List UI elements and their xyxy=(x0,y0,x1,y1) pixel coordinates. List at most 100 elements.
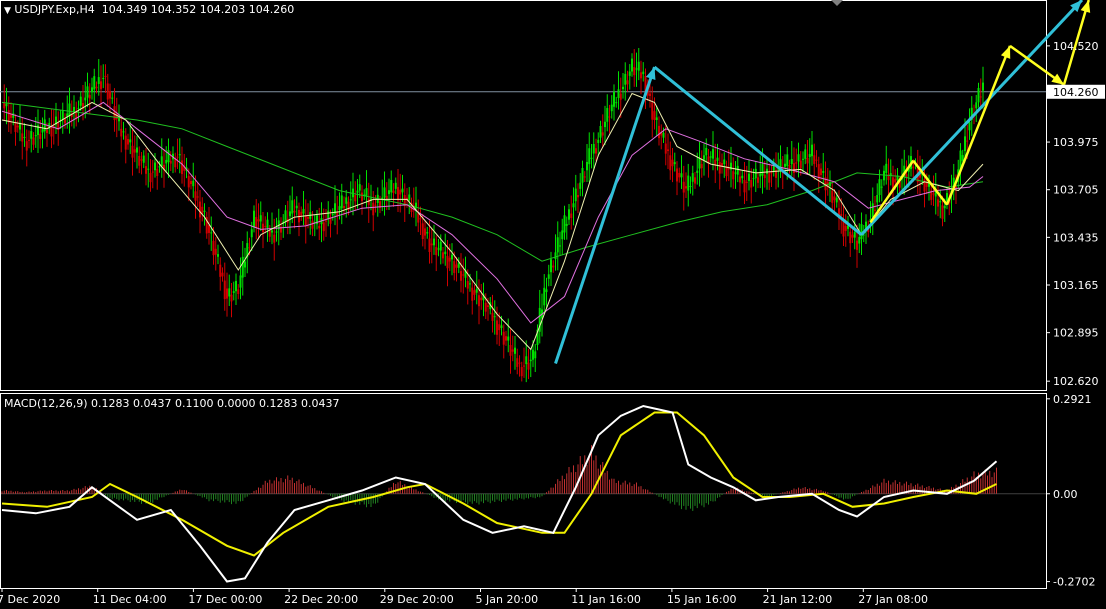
candle-body xyxy=(21,133,24,142)
dropdown-triangle-icon[interactable]: ▼ xyxy=(4,6,11,16)
candle-body xyxy=(633,67,636,76)
candle-body xyxy=(502,331,505,345)
candle-body xyxy=(394,182,397,189)
candle-body xyxy=(568,209,570,220)
candle-body xyxy=(682,181,685,193)
candle-body xyxy=(624,73,627,85)
candle-body xyxy=(322,222,325,232)
candle-body xyxy=(268,230,271,237)
candle-body xyxy=(696,170,699,173)
candle-body xyxy=(667,149,669,152)
candle-body xyxy=(226,288,228,299)
candle-body xyxy=(680,173,683,178)
candle-body xyxy=(750,180,753,188)
candle-body xyxy=(815,159,818,161)
candle-body xyxy=(390,180,393,193)
candle-body xyxy=(844,225,847,231)
candle-body xyxy=(275,231,278,233)
candle-body xyxy=(39,133,42,139)
candle-body xyxy=(595,148,597,154)
candle-body xyxy=(462,274,465,276)
candle-body xyxy=(399,189,402,195)
candle-body xyxy=(262,223,264,233)
candle-body xyxy=(712,149,714,159)
candle-body xyxy=(788,165,791,169)
candle-body xyxy=(374,204,377,206)
price-tick-label: 103.975 xyxy=(1053,136,1099,149)
candle-body xyxy=(95,86,98,89)
candle-body xyxy=(941,205,944,219)
candle-body xyxy=(552,265,555,268)
candle-body xyxy=(761,164,764,176)
candle-body xyxy=(383,187,386,198)
candle-body xyxy=(835,197,838,203)
candle-body xyxy=(709,156,712,158)
candle-body xyxy=(331,213,334,216)
candle-body xyxy=(768,172,771,183)
candle-body xyxy=(30,131,33,139)
candle-body xyxy=(700,164,703,169)
candle-body xyxy=(964,136,966,151)
candle-body xyxy=(556,237,559,253)
candle-body xyxy=(505,336,507,341)
candle-body xyxy=(617,89,620,98)
candle-body xyxy=(925,183,928,187)
candle-body xyxy=(691,173,694,182)
current-price-label: 104.260 xyxy=(1053,86,1099,99)
candle-body xyxy=(880,186,883,188)
candle-body xyxy=(250,229,253,238)
candle-body xyxy=(786,154,789,166)
trading-chart[interactable]: 104.520 103.975 103.705 103.435 103.165 102.8… xyxy=(0,0,1106,609)
candle-body xyxy=(118,118,120,122)
candle-body xyxy=(203,210,206,212)
candle-body xyxy=(518,362,521,364)
candle-body xyxy=(228,288,231,297)
candle-body xyxy=(469,283,471,285)
candle-body xyxy=(487,305,489,307)
candle-body xyxy=(311,220,314,229)
candle-body xyxy=(273,234,276,243)
time-tick-label: 21 Jan 12:00 xyxy=(763,593,833,606)
time-tick-label: 11 Jan 16:00 xyxy=(571,593,641,606)
candle-body xyxy=(34,135,37,137)
candle-body xyxy=(257,219,260,222)
candle-body xyxy=(851,234,854,238)
macd-tick-label: 0.2921 xyxy=(1053,393,1092,406)
candle-body xyxy=(554,252,557,259)
candle-body xyxy=(199,201,201,218)
candle-body xyxy=(525,356,528,365)
time-tick-label: 27 Jan 08:00 xyxy=(858,593,928,606)
time-tick-label: 11 Dec 04:00 xyxy=(93,593,167,606)
candle-body xyxy=(284,210,287,222)
candle-body xyxy=(156,168,159,176)
candle-body xyxy=(212,240,215,256)
candle-body xyxy=(145,166,147,174)
candle-body xyxy=(662,132,665,138)
candle-body xyxy=(28,139,30,141)
candle-body xyxy=(127,139,129,145)
candle-body xyxy=(356,190,359,193)
candle-body xyxy=(219,264,222,277)
candle-body xyxy=(876,195,879,203)
candle-body xyxy=(671,159,674,167)
candle-body xyxy=(91,87,93,93)
candle-body xyxy=(151,171,154,173)
candle-body xyxy=(806,157,809,164)
candle-body xyxy=(613,91,615,107)
candle-body xyxy=(649,93,651,96)
symbol-label: USDJPY.Exp,H4 xyxy=(14,3,95,16)
candle-body xyxy=(966,140,969,142)
candle-body xyxy=(86,86,89,98)
candle-body xyxy=(248,247,251,249)
candle-body xyxy=(628,71,631,76)
candle-body xyxy=(770,172,773,174)
candle-body xyxy=(790,159,793,165)
candle-body xyxy=(698,157,701,169)
candle-body xyxy=(325,220,327,222)
candle-body xyxy=(433,238,435,246)
candle-body xyxy=(615,102,618,104)
candle-body xyxy=(622,86,624,90)
candle-body xyxy=(480,297,483,301)
candle-body xyxy=(392,190,395,194)
candle-body xyxy=(178,154,181,156)
